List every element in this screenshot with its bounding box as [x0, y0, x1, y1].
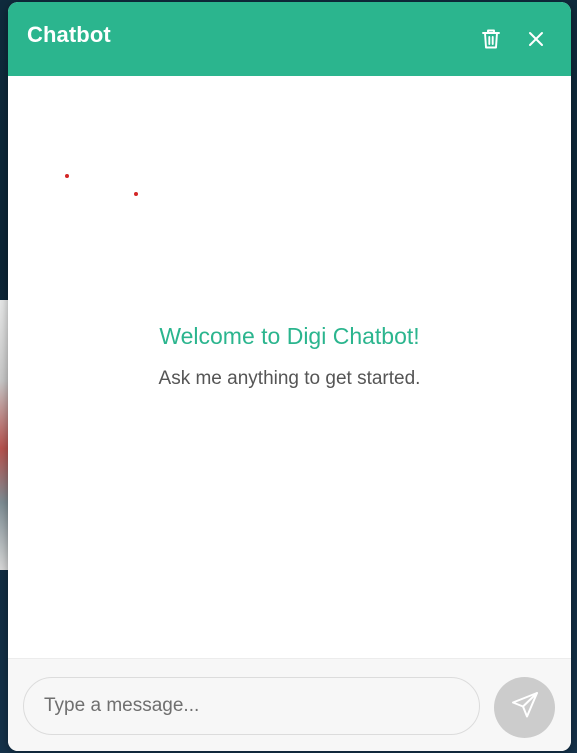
- welcome-title: Welcome to Digi Chatbot!: [159, 323, 420, 349]
- welcome-subtitle: Ask me anything to get started.: [158, 368, 421, 389]
- close-icon: [528, 31, 544, 47]
- chatbot-panel: Chatbot Welcome to Digi Chatbot! Ask me …: [8, 2, 571, 751]
- chatbot-header: Chatbot: [8, 2, 571, 76]
- message-input[interactable]: [23, 677, 480, 735]
- clear-chat-button[interactable]: [478, 26, 504, 52]
- chat-composer: [8, 658, 571, 751]
- decorative-dot: [65, 174, 69, 178]
- send-icon: [510, 690, 540, 725]
- chat-messages-area: Welcome to Digi Chatbot! Ask me anything…: [8, 76, 571, 658]
- decorative-dot: [134, 192, 138, 196]
- trash-icon: [481, 28, 501, 50]
- close-button[interactable]: [523, 26, 549, 52]
- send-button[interactable]: [494, 677, 555, 738]
- chatbot-title: Chatbot: [27, 22, 111, 47]
